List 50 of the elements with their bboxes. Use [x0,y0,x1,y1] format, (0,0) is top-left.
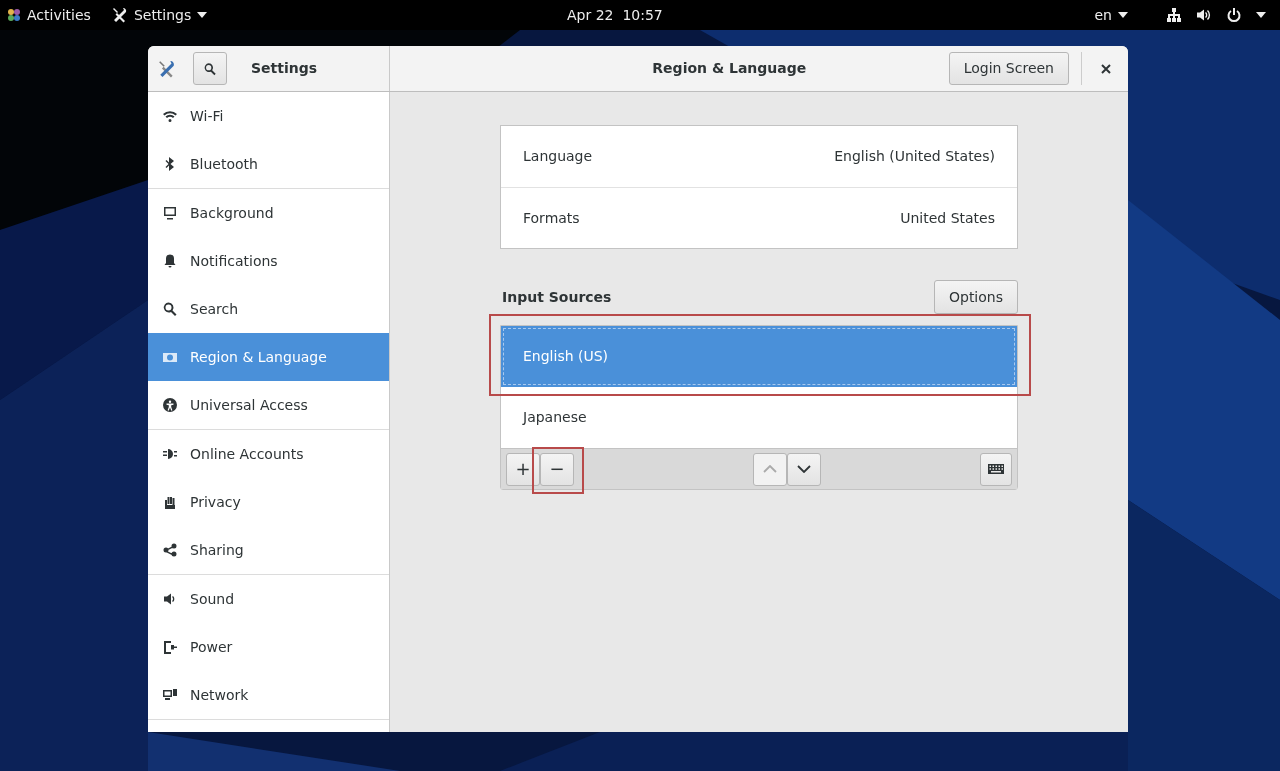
sidebar-item[interactable]: Power [148,623,389,671]
sidebar-item[interactable]: Sharing [148,526,389,574]
settings-row[interactable]: Formats United States [501,187,1017,248]
tools-icon [158,59,176,78]
clock[interactable]: Apr 22 10:57 [567,6,663,23]
app-menu[interactable]: Settings [111,4,208,26]
search-button[interactable] [193,52,227,85]
sidebar-item[interactable]: Network [148,671,389,719]
add-button[interactable]: + [506,452,540,486]
sidebar-item[interactable]: Background [148,189,389,237]
remove-button[interactable]: − [540,452,574,486]
network-icon[interactable] [1166,7,1182,23]
speaker-icon[interactable] [1196,7,1212,23]
search-icon [162,301,178,317]
settings-row[interactable]: Language English (United States) [501,126,1017,187]
sidebar-item[interactable]: Universal Access [148,381,389,429]
sidebar-item[interactable]: Privacy [148,478,389,526]
caret-icon [197,12,208,18]
sidebar-item[interactable]: Online Accounts [148,430,389,478]
caret-icon [1118,12,1128,18]
chevron-up-icon [763,465,777,473]
sidebar-item[interactable]: Wi-Fi [148,92,389,140]
person-icon [162,397,178,413]
computer-icon [162,687,178,703]
chevron-down-icon [797,465,811,473]
keyboard-button[interactable] [980,452,1012,486]
share-icon [162,542,178,558]
login-screen-button[interactable]: Login Screen [948,52,1069,85]
caret-icon [1256,12,1266,18]
monitor-icon [162,205,178,221]
sidebar-title: Settings [251,59,318,78]
sidebar-item[interactable]: Bluetooth [148,140,389,188]
move-down-button[interactable] [787,452,821,486]
tools-icon [111,7,128,23]
section-heading: Input Sources [501,287,612,307]
close-icon [1101,63,1111,74]
wifi-icon [162,108,178,124]
sidebar-item[interactable]: Notifications [148,237,389,285]
bell-icon [162,253,178,269]
keyboard-layout-menu[interactable]: en [1094,4,1128,26]
sidebar-item[interactable]: Search [148,285,389,333]
input-source-row[interactable]: Japanese [501,387,1017,448]
keyboard-icon [988,463,1004,475]
activities-button[interactable]: Activities [7,4,91,26]
sidebar-item[interactable]: Sound [148,575,389,623]
power-icon[interactable] [1226,7,1242,23]
logo-icon [7,8,21,22]
window-title: Region & Language [652,60,807,76]
options-button[interactable]: Options [933,280,1018,314]
search-icon [203,61,217,76]
